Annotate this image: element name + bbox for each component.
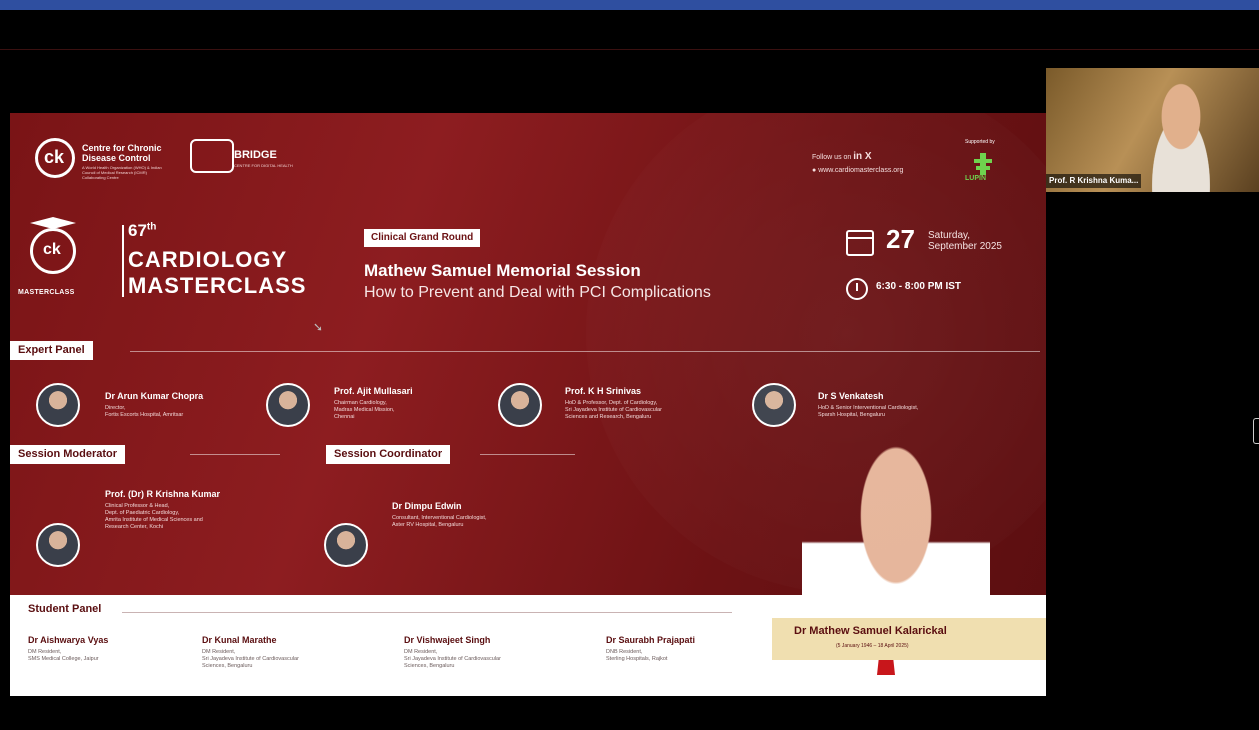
coordinator-desc: Consultant, Interventional Cardiologist,… [392,515,487,528]
moderator-label: Session Moderator [10,445,126,464]
student-name: Dr Saurabh Prajapati [606,635,696,645]
avatar [498,383,542,427]
org-subtitle: A World Health Organization (WHO) & Indi… [82,165,162,180]
expert-panel-rule [130,351,1040,352]
masterclass-logo: ck [30,228,76,274]
expert-desc: Director, Fortis Escorts Hospital, Amrits… [105,405,184,418]
student-name: Dr Aishwarya Vyas [28,635,109,645]
expert-desc: HoD & Senior Interventional Cardiologist… [818,405,919,418]
avatar [36,523,80,567]
date-weekday: Saturday, September 2025 [928,230,1002,252]
top-divider [0,49,1259,50]
expert-name: Dr Arun Kumar Chopra [105,391,204,401]
memorial-dates: (5 January 1946 – 18 April 2025) [836,643,909,649]
participant-video-tile[interactable]: Prof. R Krishna Kuma... [1046,68,1259,192]
date-day: 27 [886,224,915,254]
lupin-name: LUPIN [965,175,986,182]
avatar [36,383,80,427]
participant-name: Prof. R Krishna Kuma... [1046,174,1142,188]
participant-video [1136,76,1226,192]
lupin-icon [974,153,992,175]
website-url: www.cardiomasterclass.org [818,167,904,174]
expert-desc: HoD & Professor, Dept. of Cardiology, Sri… [565,400,662,420]
follow-us: Follow us on in X [812,151,872,162]
expert-name: Prof. Ajit Mullasari [334,386,413,396]
student-desc: DM Resident, Sri Jayadeva Institute of Ca… [404,649,501,669]
vertical-divider [122,225,124,297]
coordinator-label: Session Coordinator [326,445,451,464]
session-time: 6:30 - 8:00 PM IST [876,281,962,292]
expert-name: Prof. K H Srinivas [565,386,642,396]
ccdc-logo: ck [35,138,75,178]
calendar-icon [846,230,874,256]
moderator-name: Prof. (Dr) R Krishna Kumar [105,489,221,499]
session-subtitle: How to Prevent and Deal with PCI Complic… [364,284,711,301]
student-panel-rule [122,612,732,613]
clock-icon [846,278,868,300]
student-desc: DM Resident, SMS Medical College, Jaipur [28,649,99,662]
bridge-name: BRIDGE [234,149,277,161]
supported-by: Supported by [965,139,995,145]
meeting-top-bar [0,0,1259,10]
coordinator-name: Dr Dimpu Edwin [392,501,462,511]
globe-icon: ● [812,167,817,174]
bridge-logo [190,139,234,173]
bridge-subtitle: CENTRE FOR DIGITAL HEALTH [234,163,293,168]
student-name: Dr Kunal Marathe [202,635,277,645]
side-panel-toggle[interactable] [1253,418,1259,444]
student-desc: DM Resident, Sri Jayadeva Institute of Ca… [202,649,299,669]
edition-number: 67th [128,221,157,240]
student-name: Dr Vishwajeet Singh [404,635,491,645]
memorial-name: Dr Mathew Samuel Kalarickal [794,625,947,637]
social-icons: in X [853,151,872,162]
moderator-desc: Clinical Professor & Head, Dept. of Paedi… [105,503,203,530]
shared-screen-slide: ck Centre for Chronic Disease Control A … [10,113,1046,696]
cursor-icon: ➘ [313,320,324,334]
org-name: Centre for Chronic Disease Control [82,143,162,163]
moderator-rule [190,454,280,455]
avatar [266,383,310,427]
cardiology-heading: CARDIOLOGY [128,247,288,272]
grand-round-tag: Clinical Grand Round [364,229,481,247]
student-panel-label: Student Panel [28,603,102,615]
coordinator-rule [480,454,575,455]
student-desc: DNB Resident, Sterling Hospitals, Rajkot [606,649,668,662]
expert-panel-label: Expert Panel [10,341,93,360]
avatar [752,383,796,427]
avatar [324,523,368,567]
expert-desc: Chairman Cardiology, Madras Medical Missi… [334,400,395,420]
expert-name: Dr S Venkatesh [818,391,884,401]
website: ● www.cardiomasterclass.org [812,167,903,174]
follow-text: Follow us on [812,154,852,161]
masterclass-heading: MASTERCLASS [128,273,307,298]
masterclass-label: MASTERCLASS [18,289,75,296]
session-title: Mathew Samuel Memorial Session [364,261,641,280]
